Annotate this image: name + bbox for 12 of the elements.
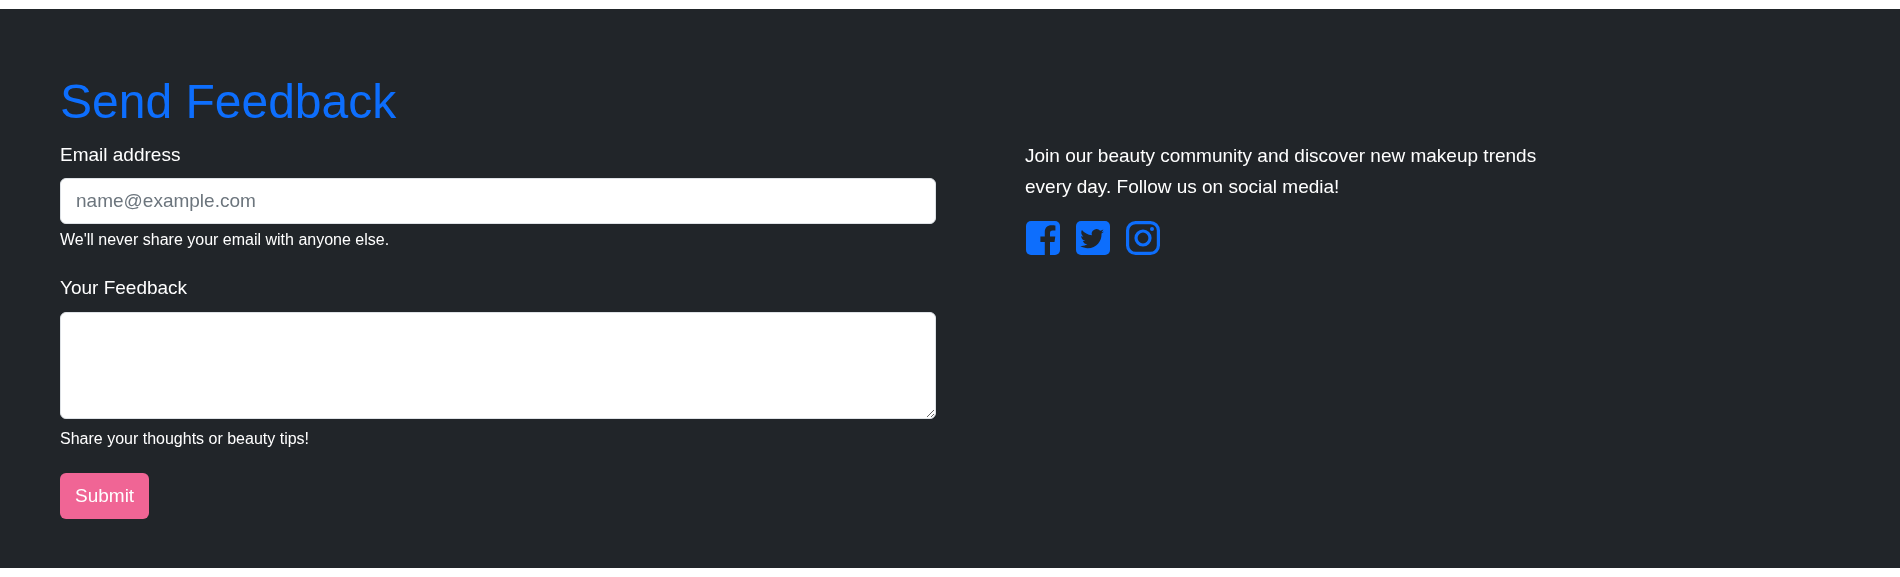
camera-icon[interactable] — [1125, 220, 1161, 256]
form-title: Send Feedback — [60, 74, 398, 130]
bird-icon[interactable] — [1075, 220, 1111, 256]
feedback-field[interactable] — [60, 311, 936, 419]
field-label: Your Feedback — [60, 276, 189, 301]
help-text: Share your thoughts or beauty tips! — [60, 428, 311, 449]
help-text: We'll never share your email with anyone else. — [60, 230, 391, 251]
about-text: Join our beauty community and discover new makeup trends every day. Follow us on social media! — [1025, 144, 1538, 199]
facebook-icon[interactable] — [1025, 220, 1061, 256]
submit-button[interactable]: Submit — [60, 472, 150, 519]
field-label: Email address — [60, 142, 182, 167]
email-field[interactable]: name@example.com — [60, 178, 936, 225]
